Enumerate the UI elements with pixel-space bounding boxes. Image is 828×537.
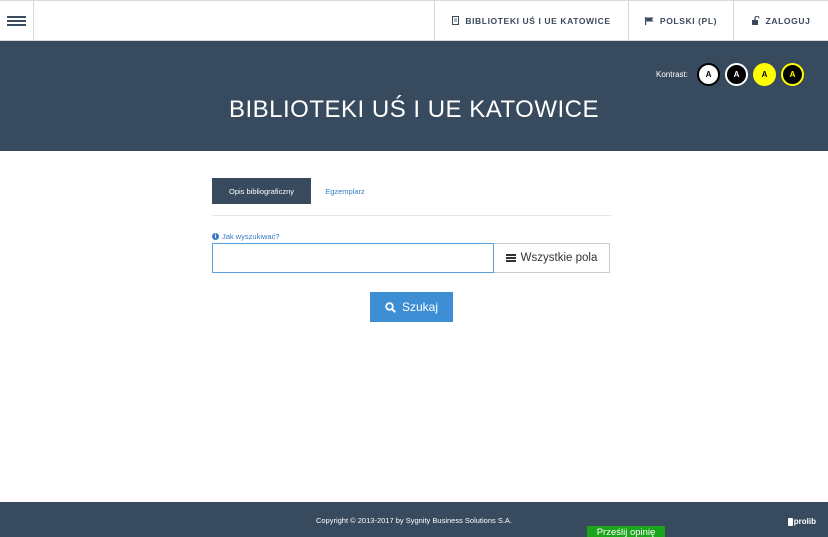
login-link[interactable]: ZALOGUJ — [733, 1, 828, 40]
libraries-label: BIBLIOTEKI UŚ I UE KATOWICE — [465, 15, 611, 26]
library-icon — [452, 16, 460, 25]
copyright-text: Copyright © 2013-2017 by Sygnity Busines… — [315, 516, 513, 525]
tab-bibliographic-description[interactable]: Opis bibliograficzny — [212, 178, 311, 204]
page-title: BIBLIOTEKI UŚ I UE KATOWICE — [228, 96, 600, 123]
search-field-select[interactable]: Wszystkie pola — [494, 243, 610, 273]
prolib-brand: prolib — [793, 517, 816, 526]
prolib-logo: prolib — [787, 517, 816, 526]
search-button-label: Szukaj — [401, 300, 439, 314]
language-selector[interactable]: POLSKI (PL) — [628, 1, 733, 40]
menu-button[interactable] — [0, 1, 34, 40]
hamburger-icon — [7, 15, 26, 26]
tab-copy[interactable]: Egzemplarz — [311, 178, 379, 204]
search-tabs: Opis bibliograficzny Egzemplarz — [212, 178, 611, 216]
prolib-icon — [787, 517, 793, 526]
feedback-button[interactable]: Prześlij opinię — [587, 526, 665, 537]
search-help-link[interactable]: i Jak wyszukiwać? — [212, 232, 280, 241]
list-icon — [505, 254, 516, 262]
libraries-link[interactable]: BIBLIOTEKI UŚ I UE KATOWICE — [434, 1, 628, 40]
login-label: ZALOGUJ — [765, 15, 811, 26]
search-field-label: Wszystkie pola — [520, 252, 598, 264]
search-input[interactable] — [212, 243, 494, 273]
search-help-label: Jak wyszukiwać? — [222, 232, 280, 241]
contrast-black-yellow-button[interactable]: A — [781, 63, 804, 86]
unlock-icon — [751, 16, 760, 25]
contrast-default-button[interactable]: A — [697, 63, 720, 86]
contrast-label: Kontrast: — [655, 70, 688, 79]
top-navbar: BIBLIOTEKI UŚ I UE KATOWICE POLSKI (PL) … — [0, 0, 828, 41]
language-label: POLSKI (PL) — [659, 15, 718, 26]
flag-icon — [644, 16, 654, 25]
contrast-black-white-button[interactable]: A — [725, 63, 748, 86]
contrast-yellow-black-button[interactable]: A — [753, 63, 776, 86]
header-banner: Kontrast: A A A A BIBLIOTEKI UŚ I UE KAT… — [0, 41, 828, 151]
info-icon: i — [212, 233, 219, 240]
contrast-switcher: Kontrast: A A A A — [656, 63, 804, 86]
footer: Copyright © 2013-2017 by Sygnity Busines… — [0, 502, 828, 537]
search-icon — [385, 301, 396, 313]
search-button[interactable]: Szukaj — [370, 292, 453, 322]
